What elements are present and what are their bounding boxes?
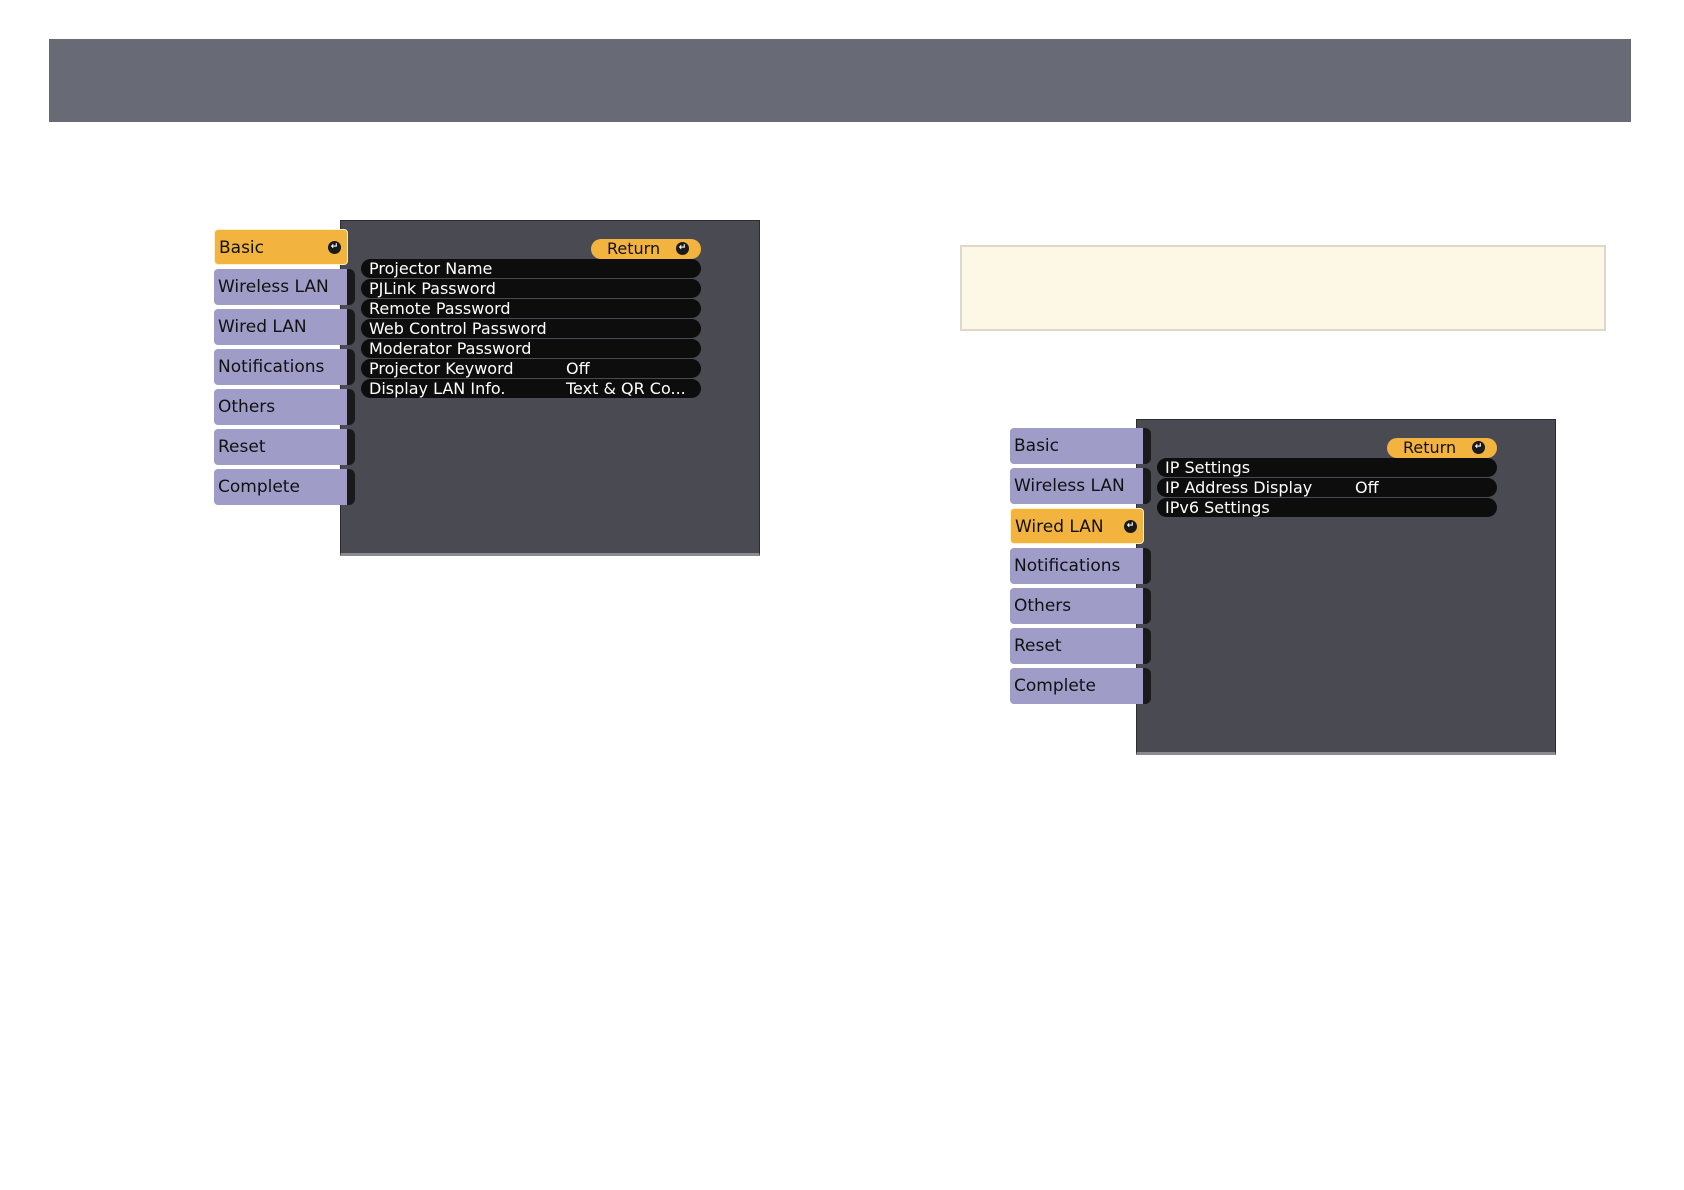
row-label: PJLink Password (369, 279, 496, 298)
right-menu-screen: Return ↵ IP Settings IP Address Display … (1010, 417, 1560, 757)
return-label: Return (607, 239, 661, 258)
tab-label: Reset (218, 437, 266, 457)
tab-basic[interactable]: Basic (1010, 428, 1151, 464)
tab-reset[interactable]: Reset (1010, 628, 1151, 664)
menu-row[interactable]: Remote Password (361, 299, 701, 318)
menu-row[interactable]: IP Settings (1157, 458, 1497, 477)
tab-label: Basic (219, 238, 265, 258)
row-label: IP Address Display (1165, 478, 1313, 497)
enter-icon: ↵ (1472, 441, 1485, 454)
row-label: Display LAN Info. (369, 379, 506, 398)
menu-row[interactable]: Web Control Password (361, 319, 701, 338)
row-label: Projector Keyword (369, 359, 514, 378)
tab-label: Complete (218, 477, 300, 497)
return-button[interactable]: Return ↵ (1387, 438, 1497, 458)
tab-label: Complete (1014, 676, 1096, 696)
tab-wireless-lan[interactable]: Wireless LAN (1010, 468, 1151, 504)
row-value: Text & QR Co... (566, 379, 686, 398)
tab-label: Wired LAN (1015, 517, 1104, 537)
tab-others[interactable]: Others (214, 389, 355, 425)
tab-complete[interactable]: Complete (1010, 668, 1151, 704)
return-button[interactable]: Return ↵ (591, 239, 701, 259)
menu-row[interactable]: IPv6 Settings (1157, 498, 1497, 517)
row-value: Off (566, 359, 590, 378)
tab-label: Wireless LAN (218, 277, 329, 297)
tab-notifications[interactable]: Notifications (1010, 548, 1151, 584)
enter-icon: ↵ (328, 241, 341, 254)
tab-label: Notifications (218, 357, 325, 377)
row-label: Remote Password (369, 299, 511, 318)
row-label: IPv6 Settings (1165, 498, 1270, 517)
return-label: Return (1403, 438, 1457, 457)
enter-icon: ↵ (1124, 520, 1137, 533)
tab-label: Wired LAN (218, 317, 307, 337)
menu-row[interactable]: Projector Keyword Off (361, 359, 701, 378)
tab-notifications[interactable]: Notifications (214, 349, 355, 385)
tab-wired-lan[interactable]: Wired LAN (214, 309, 355, 345)
tab-others[interactable]: Others (1010, 588, 1151, 624)
left-menu-screen: Return ↵ Projector Name PJLink Password … (214, 218, 764, 558)
menu-row[interactable]: Display LAN Info. Text & QR Co... (361, 379, 701, 398)
tab-label: Reset (1014, 636, 1062, 656)
row-label: IP Settings (1165, 458, 1251, 477)
menu-row[interactable]: Moderator Password (361, 339, 701, 358)
note-box (960, 245, 1606, 331)
menu-row[interactable]: PJLink Password (361, 279, 701, 298)
tab-label: Notifications (1014, 556, 1121, 576)
header-bar (49, 39, 1631, 122)
tab-label: Others (218, 397, 276, 417)
settings-panel: Return ↵ Projector Name PJLink Password … (340, 220, 760, 556)
row-label: Projector Name (369, 259, 493, 278)
row-label: Web Control Password (369, 319, 547, 338)
row-label: Moderator Password (369, 339, 532, 358)
tab-reset[interactable]: Reset (214, 429, 355, 465)
tab-wireless-lan[interactable]: Wireless LAN (214, 269, 355, 305)
menu-row[interactable]: IP Address Display Off (1157, 478, 1497, 497)
tab-label: Others (1014, 596, 1072, 616)
tab-wired-lan[interactable]: Wired LAN ↵ (1010, 508, 1144, 544)
tab-label: Basic (1014, 436, 1060, 456)
row-value: Off (1355, 478, 1379, 497)
tab-complete[interactable]: Complete (214, 469, 355, 505)
tab-label: Wireless LAN (1014, 476, 1125, 496)
tab-basic[interactable]: Basic ↵ (214, 229, 348, 265)
enter-icon: ↵ (676, 242, 689, 255)
settings-panel: Return ↵ IP Settings IP Address Display … (1136, 419, 1556, 755)
menu-row[interactable]: Projector Name (361, 259, 701, 278)
